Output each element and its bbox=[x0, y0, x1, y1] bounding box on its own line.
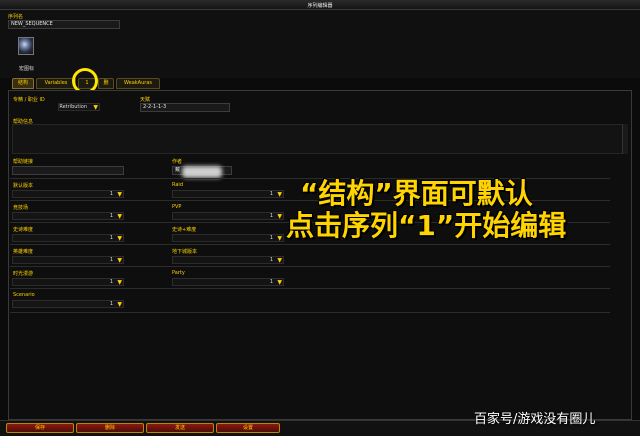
sequence-name-input[interactable]: NEW_SEQUENCE bbox=[8, 20, 120, 29]
heroic-label: 英雄难度 bbox=[13, 249, 34, 255]
mythic-label: 史诗难度 bbox=[13, 227, 34, 233]
default-version-value: 1 bbox=[109, 191, 113, 197]
delve-value: 1 bbox=[269, 257, 273, 263]
settings-button[interactable]: 设置 bbox=[216, 423, 280, 433]
chevron-down-icon: ▼ bbox=[277, 213, 282, 220]
mythic-value: 1 bbox=[109, 235, 113, 241]
chevron-down-icon: ▼ bbox=[117, 279, 122, 286]
dungeon-label: 竞技场 bbox=[13, 205, 29, 211]
spec-label: 专精 / 职业 ID bbox=[13, 97, 45, 103]
title-bar: 序列编辑器 bbox=[0, 0, 640, 10]
divider bbox=[10, 266, 610, 267]
party-dropdown[interactable]: 1 ▼ bbox=[172, 278, 284, 286]
tab-delete[interactable]: 删 bbox=[98, 78, 114, 89]
mythicplus-dropdown[interactable]: 1 ▼ bbox=[172, 234, 284, 242]
timewalk-dropdown[interactable]: 1 ▼ bbox=[12, 278, 124, 286]
author-redaction bbox=[182, 166, 222, 178]
send-button[interactable]: 发送 bbox=[146, 423, 214, 433]
help-info-textarea[interactable] bbox=[12, 124, 624, 154]
party-value: 1 bbox=[269, 279, 273, 285]
chevron-down-icon: ▼ bbox=[117, 235, 122, 242]
talent-input[interactable]: 2-2-1-1-3 bbox=[140, 103, 230, 112]
delve-label: 地下城版本 bbox=[172, 249, 198, 255]
chevron-down-icon: ▼ bbox=[277, 279, 282, 286]
overlay-line-2: 点击序列“1”开始编辑 bbox=[286, 209, 567, 242]
spec-value: Retribution bbox=[59, 104, 87, 110]
party-label: Party bbox=[172, 270, 185, 276]
pvp-label: PVP bbox=[172, 204, 182, 210]
mythicplus-label: 史诗+难度 bbox=[172, 227, 197, 233]
divider bbox=[10, 312, 610, 313]
raid-label: Raid bbox=[172, 182, 183, 188]
save-button[interactable]: 保存 bbox=[6, 423, 74, 433]
talent-label: 天赋 bbox=[140, 97, 151, 103]
raid-value: 1 bbox=[269, 191, 273, 197]
help-link-label: 帮助链接 bbox=[13, 159, 34, 165]
chevron-down-icon: ▼ bbox=[117, 191, 122, 198]
divider bbox=[10, 288, 610, 289]
chevron-down-icon: ▼ bbox=[277, 235, 282, 242]
window-title: 序列编辑器 bbox=[307, 3, 333, 9]
tab-variables[interactable]: Variables bbox=[36, 78, 76, 89]
watermark: 百家号/游戏没有圈儿 bbox=[474, 412, 596, 427]
chevron-down-icon: ▼ bbox=[117, 257, 122, 264]
default-version-dropdown[interactable]: 1 ▼ bbox=[12, 190, 124, 198]
author-label: 作者 bbox=[172, 159, 183, 165]
mythic-dropdown[interactable]: 1 ▼ bbox=[12, 234, 124, 242]
chevron-down-icon: ▼ bbox=[277, 257, 282, 264]
scenario-value: 1 bbox=[109, 301, 113, 307]
heroic-value: 1 bbox=[109, 257, 113, 263]
tab-weakauras[interactable]: WeakAuras bbox=[116, 78, 160, 89]
divider bbox=[10, 244, 610, 245]
heroic-dropdown[interactable]: 1 ▼ bbox=[12, 256, 124, 264]
chevron-down-icon: ▼ bbox=[277, 191, 282, 198]
pvp-dropdown[interactable]: 1 ▼ bbox=[172, 212, 284, 220]
dungeon-dropdown[interactable]: 1 ▼ bbox=[12, 212, 124, 220]
mythicplus-value: 1 bbox=[269, 235, 273, 241]
dungeon-value: 1 bbox=[109, 213, 113, 219]
delete-button[interactable]: 删除 bbox=[76, 423, 144, 433]
chevron-down-icon: ▼ bbox=[117, 301, 122, 308]
help-info-scrollbar[interactable] bbox=[622, 124, 628, 154]
chevron-down-icon: ▼ bbox=[117, 213, 122, 220]
delve-dropdown[interactable]: 1 ▼ bbox=[172, 256, 284, 264]
tab-structure[interactable]: 结构 bbox=[12, 78, 34, 89]
timewalk-label: 时光漫游 bbox=[13, 271, 34, 277]
timewalk-value: 1 bbox=[109, 279, 113, 285]
sequence-name-label: 序列名 bbox=[8, 14, 24, 20]
scenario-dropdown[interactable]: 1 ▼ bbox=[12, 300, 124, 308]
pvp-value: 1 bbox=[269, 213, 273, 219]
help-link-input[interactable] bbox=[12, 166, 124, 175]
scenario-label: Scenario bbox=[13, 292, 35, 298]
spec-dropdown[interactable]: Retribution ▼ bbox=[58, 103, 100, 111]
raid-dropdown[interactable]: 1 ▼ bbox=[172, 190, 284, 198]
macro-icon-label: 宏图标 bbox=[19, 66, 35, 72]
default-version-label: 默认版本 bbox=[13, 183, 34, 189]
macro-icon[interactable] bbox=[18, 37, 34, 55]
chevron-down-icon: ▼ bbox=[93, 104, 98, 111]
